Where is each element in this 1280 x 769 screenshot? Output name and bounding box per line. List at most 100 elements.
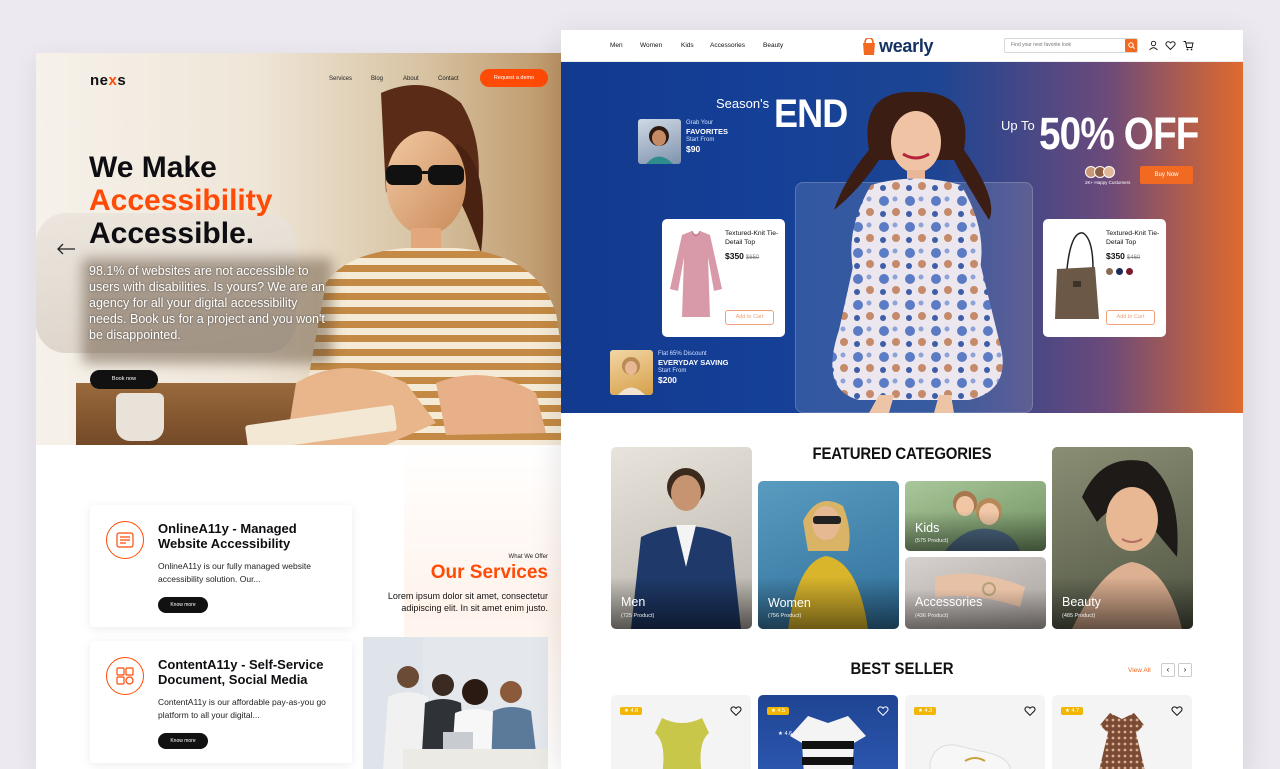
promo-price: $200	[658, 375, 677, 385]
category-women[interactable]: Women (756 Product)	[758, 481, 899, 629]
service-title: OnlineA11y - Managed Website Accessibili…	[158, 521, 297, 551]
price-old: $650	[745, 255, 760, 261]
swatch-maroon[interactable]	[1126, 268, 1133, 275]
nav-accessories[interactable]: Accessories	[710, 42, 745, 49]
search-input[interactable]: Find your next favorite look	[1004, 38, 1138, 53]
arrow-left-icon[interactable]	[56, 239, 76, 260]
category-kids[interactable]: Kids (575 Product)	[905, 481, 1046, 551]
season-text: Season's	[716, 96, 770, 111]
up-to-text: Up To	[1001, 118, 1035, 133]
nexs-navbar: nexs Services Blog About Contact Request…	[36, 53, 584, 105]
hero-line: We Make	[89, 151, 217, 184]
heart-icon[interactable]	[1024, 705, 1036, 717]
category-accessories[interactable]: Accessories (436 Product)	[905, 557, 1046, 629]
nav-kids[interactable]: Kids	[681, 42, 694, 49]
mug-shape	[116, 393, 164, 441]
nexs-logo[interactable]: nexs	[90, 72, 126, 89]
add-to-cart-button[interactable]: Add to Cart	[1106, 310, 1155, 325]
nav-beauty[interactable]: Beauty	[763, 42, 783, 49]
best-seller-title: BEST SELLER	[850, 659, 954, 678]
promo-line: Grab Your	[686, 120, 714, 126]
view-all-link[interactable]: View All	[1128, 667, 1151, 674]
office-people-illustration	[363, 637, 548, 769]
bag-image	[1055, 232, 1099, 319]
color-swatches	[1106, 268, 1133, 275]
heart-icon[interactable]	[1171, 705, 1183, 717]
hero-heading: We Make Accessibility Accessible.	[89, 151, 272, 250]
best-seller-card[interactable]: ★ 4.7	[1052, 695, 1192, 769]
promo-text: Flat 65% Discount EVERYDAY SAVING Start …	[658, 350, 728, 386]
rating-badge: ★ 4.7	[1061, 707, 1084, 715]
nav-about[interactable]: About	[403, 76, 419, 82]
product-card-bag[interactable]: Textured-Knit Tie-Detail Top $350 $460 Ad…	[1043, 219, 1166, 337]
user-icon[interactable]	[1148, 40, 1159, 51]
yellow-top-image	[655, 718, 709, 769]
service-card[interactable]: OnlineA11y - Managed Website Accessibili…	[90, 505, 352, 627]
promo-everyday[interactable]: Flat 65% Discount EVERYDAY SAVING Start …	[610, 350, 728, 395]
know-more-button[interactable]: Know more	[158, 597, 208, 613]
nav-women[interactable]: Women	[640, 42, 662, 49]
floral-dress-image	[1099, 713, 1145, 769]
avatar	[1103, 166, 1115, 178]
category-label: Kids	[915, 521, 940, 535]
promo-line: Start From	[686, 137, 715, 143]
category-label: Beauty	[1062, 595, 1101, 609]
nexs-page: nexs Services Blog About Contact Request…	[36, 53, 584, 769]
heart-icon[interactable]	[877, 705, 889, 717]
social-media-icon	[106, 657, 144, 695]
cart-icon[interactable]	[1183, 40, 1194, 51]
category-beauty[interactable]: Beauty (485 Product)	[1052, 447, 1193, 629]
best-seller-card[interactable]: ★ 4.3	[905, 695, 1045, 769]
promo-line: FAVORITES	[686, 127, 728, 136]
search-icon[interactable]	[1125, 39, 1137, 52]
hero-line-accent: Accessibility	[89, 184, 273, 217]
product-price: $350 $650	[725, 251, 759, 261]
rating-badge: ★ 4.5	[767, 707, 790, 715]
price-old: $460	[1126, 255, 1141, 261]
services-desc: Lorem ipsum dolor sit amet, consectetur …	[387, 591, 548, 613]
product-card-top[interactable]: Textured-Knit Tie-Detail Top $350 $650 Ad…	[662, 219, 785, 337]
heart-icon[interactable]	[1165, 40, 1176, 51]
swatch-navy[interactable]	[1116, 268, 1123, 275]
logo-part: ne	[90, 72, 109, 89]
service-desc: OnlineA11y is our fully managed website …	[158, 561, 311, 584]
request-demo-button[interactable]: Request a demo	[480, 69, 548, 87]
category-count: (725 Product)	[621, 613, 655, 619]
hero-paragraph: 98.1% of websites are not accessible to …	[89, 264, 325, 342]
hero-model-illustration	[832, 91, 1003, 413]
wearly-hero: Season's END Up To 50% OFF 2K+ Happy Cus…	[561, 62, 1243, 413]
buy-now-button[interactable]: Buy Now	[1140, 166, 1193, 184]
nav-men[interactable]: Men	[610, 42, 623, 49]
nav-contact[interactable]: Contact	[438, 76, 459, 82]
heart-icon[interactable]	[730, 705, 742, 717]
swatch-brown[interactable]	[1106, 268, 1113, 275]
category-count: (485 Product)	[1062, 613, 1096, 619]
promo-favorites[interactable]: Grab Your FAVORITES Start From $90	[638, 119, 728, 164]
service-card[interactable]: ContentA11y - Self-Service Document, Soc…	[90, 641, 352, 763]
category-count: (575 Product)	[915, 538, 949, 544]
service-title: ContentA11y - Self-Service Document, Soc…	[158, 657, 324, 687]
shopping-bag-icon	[863, 37, 875, 55]
best-seller-card[interactable]: ★ 4.5 ★ 4.6	[758, 695, 898, 769]
sneaker-image	[929, 744, 1011, 769]
category-count: (436 Product)	[915, 613, 949, 619]
discount-text: 50% OFF	[1039, 108, 1199, 159]
nav-blog[interactable]: Blog	[371, 76, 383, 82]
document-icon	[106, 521, 144, 559]
promo-line: Flat 65% Discount	[658, 351, 707, 357]
nav-services[interactable]: Services	[329, 76, 352, 82]
promo-thumb	[610, 350, 653, 395]
category-count: (756 Product)	[768, 613, 802, 619]
chevron-right-icon[interactable]: ›	[1178, 663, 1192, 677]
best-seller-card[interactable]: ★ 4.8	[611, 695, 751, 769]
promo-price: $90	[686, 144, 701, 154]
promo-line: Start From	[658, 368, 687, 374]
category-men[interactable]: Men (725 Product)	[611, 447, 752, 629]
price-current: $350	[1106, 251, 1125, 261]
wearly-logo[interactable]: wearly	[862, 35, 934, 57]
know-more-button[interactable]: Know more	[158, 733, 208, 749]
chevron-left-icon[interactable]: ‹	[1161, 663, 1175, 677]
add-to-cart-button[interactable]: Add to Cart	[725, 310, 774, 325]
logo-part: s	[117, 72, 127, 89]
book-now-button[interactable]: Book now	[90, 370, 158, 389]
